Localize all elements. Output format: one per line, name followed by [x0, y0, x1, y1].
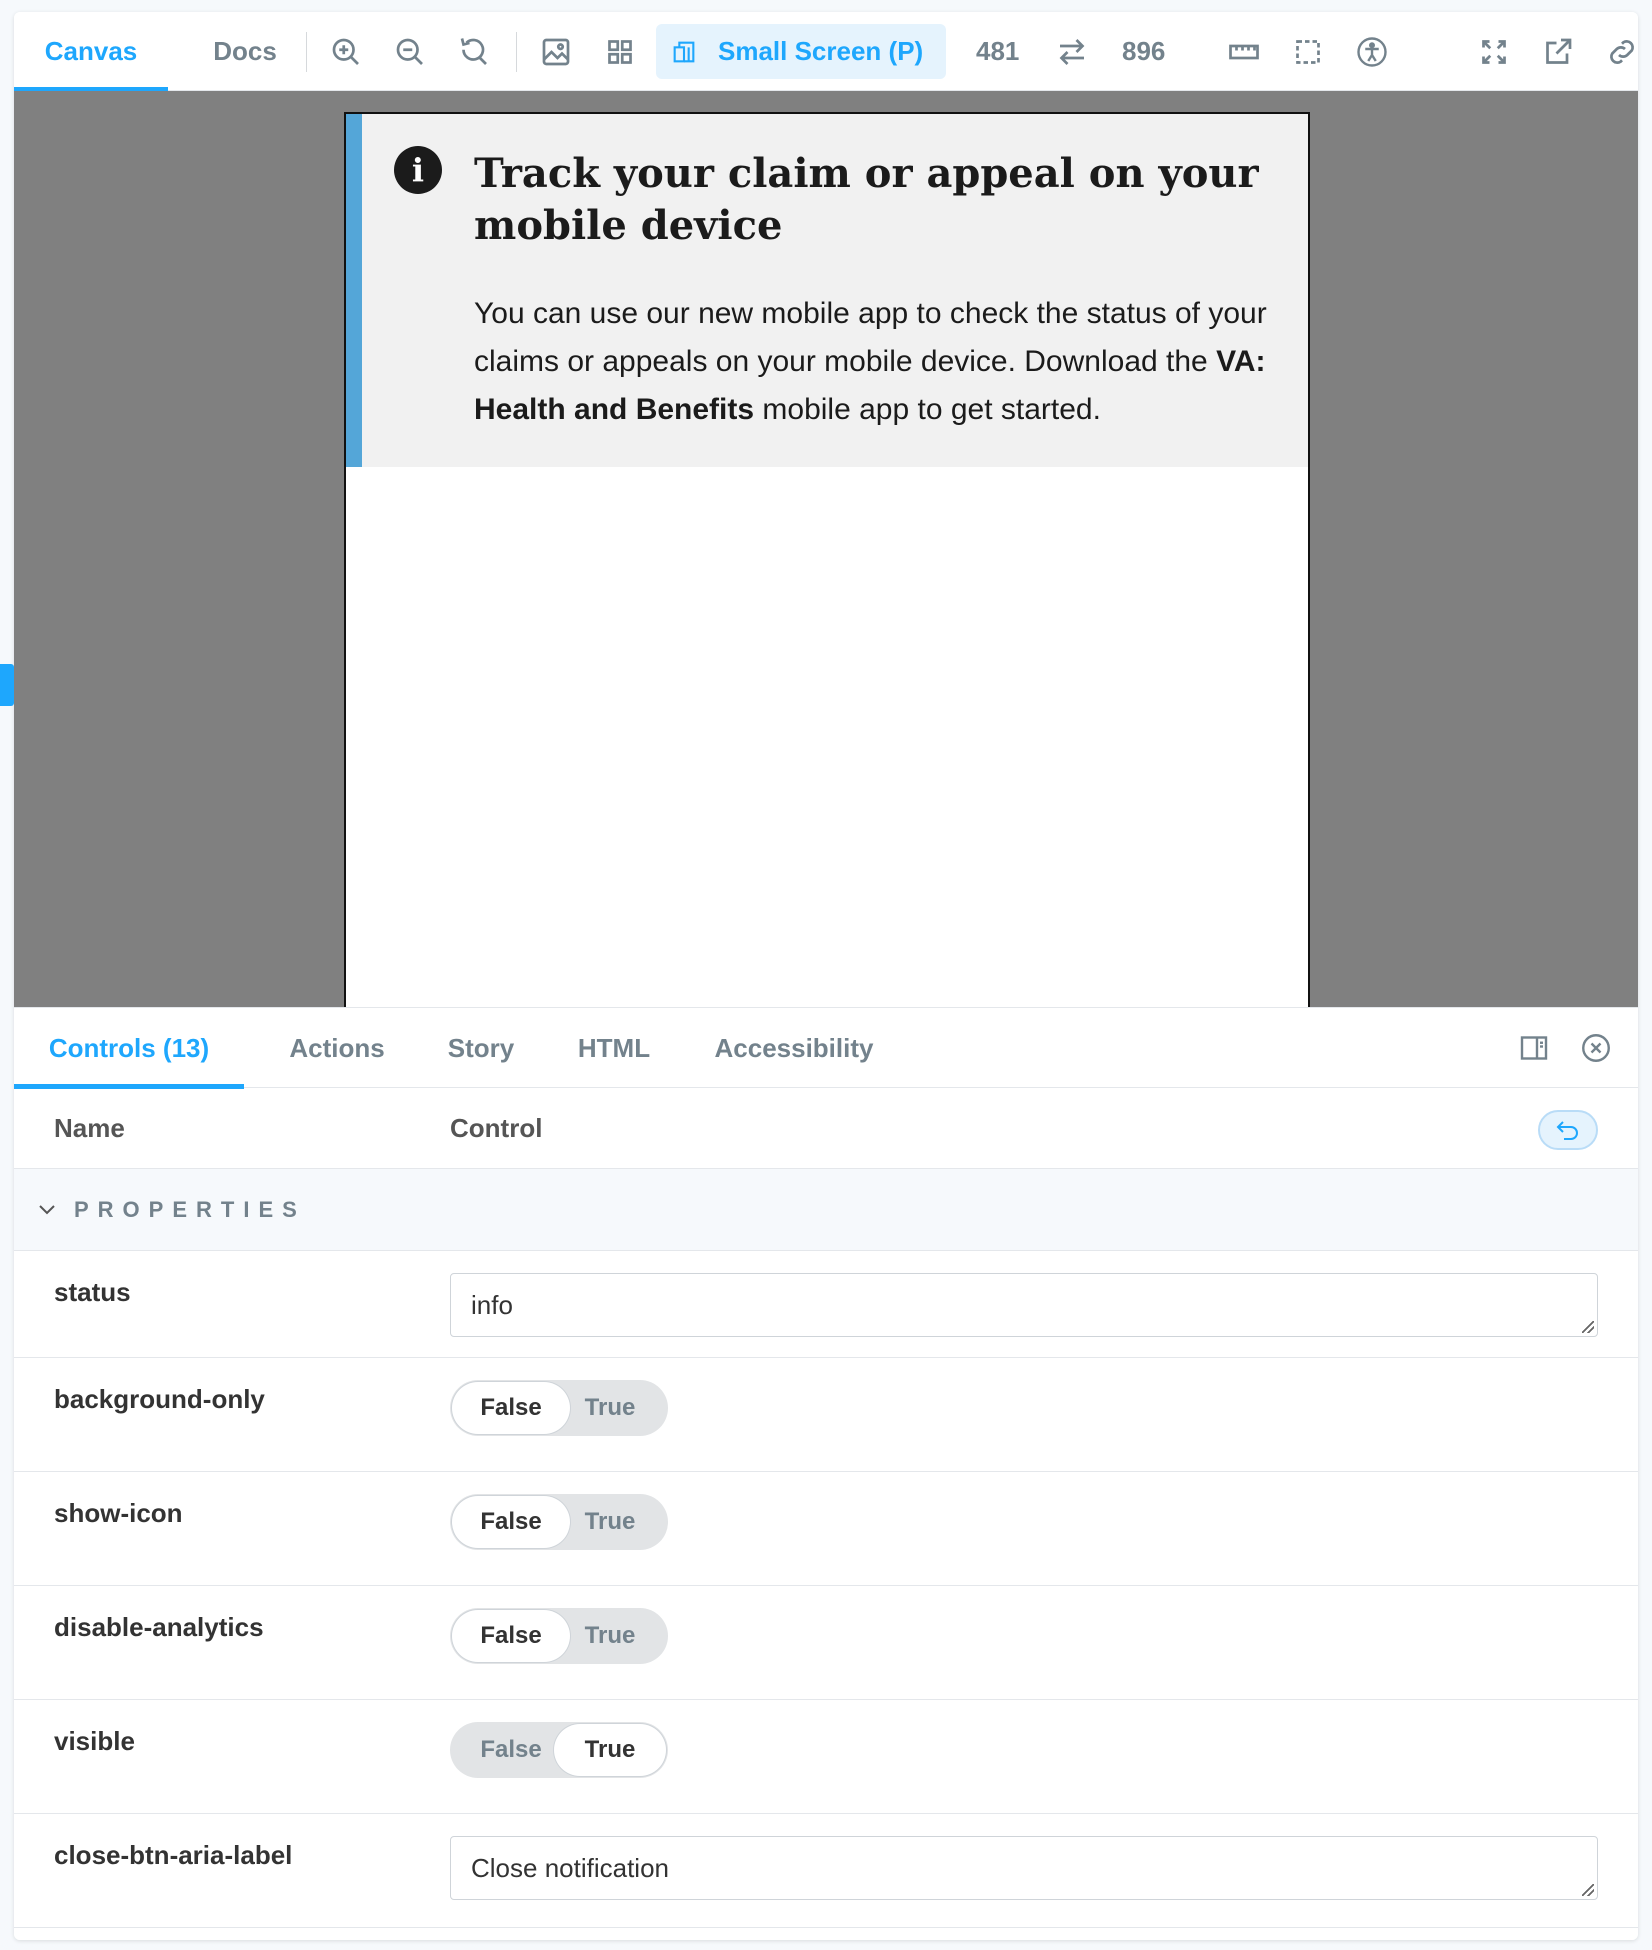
controls-table-header: Name Control	[14, 1088, 1638, 1169]
tab-html[interactable]: HTML	[554, 1008, 674, 1088]
viewport-label: Small Screen (P)	[718, 36, 924, 66]
close-panel-icon[interactable]	[1578, 1030, 1614, 1066]
chevron-down-icon	[39, 1205, 55, 1215]
control-name: close-btn-aria-label	[54, 1840, 293, 1870]
measure-icon[interactable]	[1226, 34, 1262, 70]
disable-analytics-toggle[interactable]: False True	[450, 1608, 668, 1664]
control-name: background-only	[54, 1384, 265, 1414]
viewport-height[interactable]: 896	[1122, 12, 1165, 91]
open-new-tab-icon[interactable]	[1540, 34, 1576, 70]
canvas-area: i Track your claim or appeal on your mob…	[14, 91, 1638, 1007]
grid-icon[interactable]	[602, 34, 638, 70]
undo-icon	[1556, 1121, 1578, 1140]
background-only-toggle[interactable]: False True	[450, 1380, 668, 1436]
tab-story[interactable]: Story	[426, 1008, 536, 1088]
visible-toggle[interactable]: False True	[450, 1722, 668, 1778]
true-option[interactable]: True	[554, 1610, 666, 1662]
info-alert: i Track your claim or appeal on your mob…	[346, 114, 1308, 467]
toolbar-divider	[306, 32, 307, 72]
false-option[interactable]: False	[452, 1724, 570, 1776]
fullscreen-icon[interactable]	[1476, 34, 1512, 70]
copy-link-icon[interactable]	[1604, 34, 1638, 70]
control-row-visible: visible False True	[14, 1700, 1638, 1814]
alert-heading: Track your claim or appeal on your mobil…	[474, 150, 1259, 249]
name-column-header: Name	[54, 1113, 125, 1143]
control-row-show-icon: show-icon False True	[14, 1472, 1638, 1586]
tab-canvas[interactable]: Canvas	[14, 12, 168, 92]
tab-controls[interactable]: Controls (13)	[14, 1008, 244, 1089]
control-name: show-icon	[54, 1498, 183, 1528]
true-option[interactable]: True	[554, 1496, 666, 1548]
background-icon[interactable]	[538, 34, 574, 70]
tab-accessibility[interactable]: Accessibility	[694, 1008, 894, 1088]
sidebar-resize-handle[interactable]	[0, 664, 14, 706]
panel-orientation-icon[interactable]	[1516, 1030, 1552, 1066]
addons-tabs: Controls (13) Actions Story HTML Accessi…	[14, 1008, 1638, 1089]
addons-panel: Controls (13) Actions Story HTML Accessi…	[14, 1007, 1638, 1940]
true-option[interactable]: True	[554, 1724, 666, 1776]
section-label: PROPERTIES	[74, 1197, 306, 1222]
zoom-reset-icon[interactable]	[456, 34, 492, 70]
rotate-icon[interactable]	[1054, 34, 1090, 70]
viewport-button[interactable]: Small Screen (P)	[656, 24, 946, 79]
info-icon: i	[394, 146, 442, 194]
tab-docs[interactable]: Docs	[178, 12, 312, 91]
show-icon-toggle[interactable]: False True	[450, 1494, 668, 1550]
control-row-disable-analytics: disable-analytics False True	[14, 1586, 1638, 1700]
true-option[interactable]: True	[554, 1382, 666, 1434]
preview-viewport: i Track your claim or appeal on your mob…	[344, 112, 1310, 1007]
control-column-header: Control	[450, 1113, 543, 1143]
control-row-close-btn-aria-label: close-btn-aria-label Close notification	[14, 1814, 1638, 1928]
control-row-status: status info	[14, 1251, 1638, 1358]
toolbar-divider	[516, 32, 517, 72]
control-row-background-only: background-only False True	[14, 1358, 1638, 1472]
zoom-out-icon[interactable]	[392, 34, 428, 70]
status-input[interactable]: info	[450, 1273, 1598, 1337]
control-name: status	[54, 1277, 131, 1307]
storybook-frame: Canvas Docs Small Screen (P) 481 896 i T…	[14, 12, 1638, 1940]
false-option[interactable]: False	[452, 1496, 570, 1548]
toolbar: Canvas Docs Small Screen (P) 481 896	[14, 12, 1638, 92]
zoom-in-icon[interactable]	[328, 34, 364, 70]
control-name: visible	[54, 1726, 135, 1756]
outline-icon[interactable]	[1290, 34, 1326, 70]
viewport-icon	[673, 41, 695, 63]
properties-section[interactable]: PROPERTIES	[14, 1169, 1638, 1251]
false-option[interactable]: False	[452, 1382, 570, 1434]
accessibility-icon[interactable]	[1354, 34, 1390, 70]
reset-controls-button[interactable]	[1538, 1110, 1598, 1150]
close-btn-aria-label-input[interactable]: Close notification	[450, 1836, 1598, 1900]
control-name: disable-analytics	[54, 1612, 264, 1642]
false-option[interactable]: False	[452, 1610, 570, 1662]
viewport-width[interactable]: 481	[976, 12, 1019, 91]
tab-actions[interactable]: Actions	[266, 1008, 408, 1088]
alert-body: You can use our new mobile app to check …	[474, 297, 1267, 426]
